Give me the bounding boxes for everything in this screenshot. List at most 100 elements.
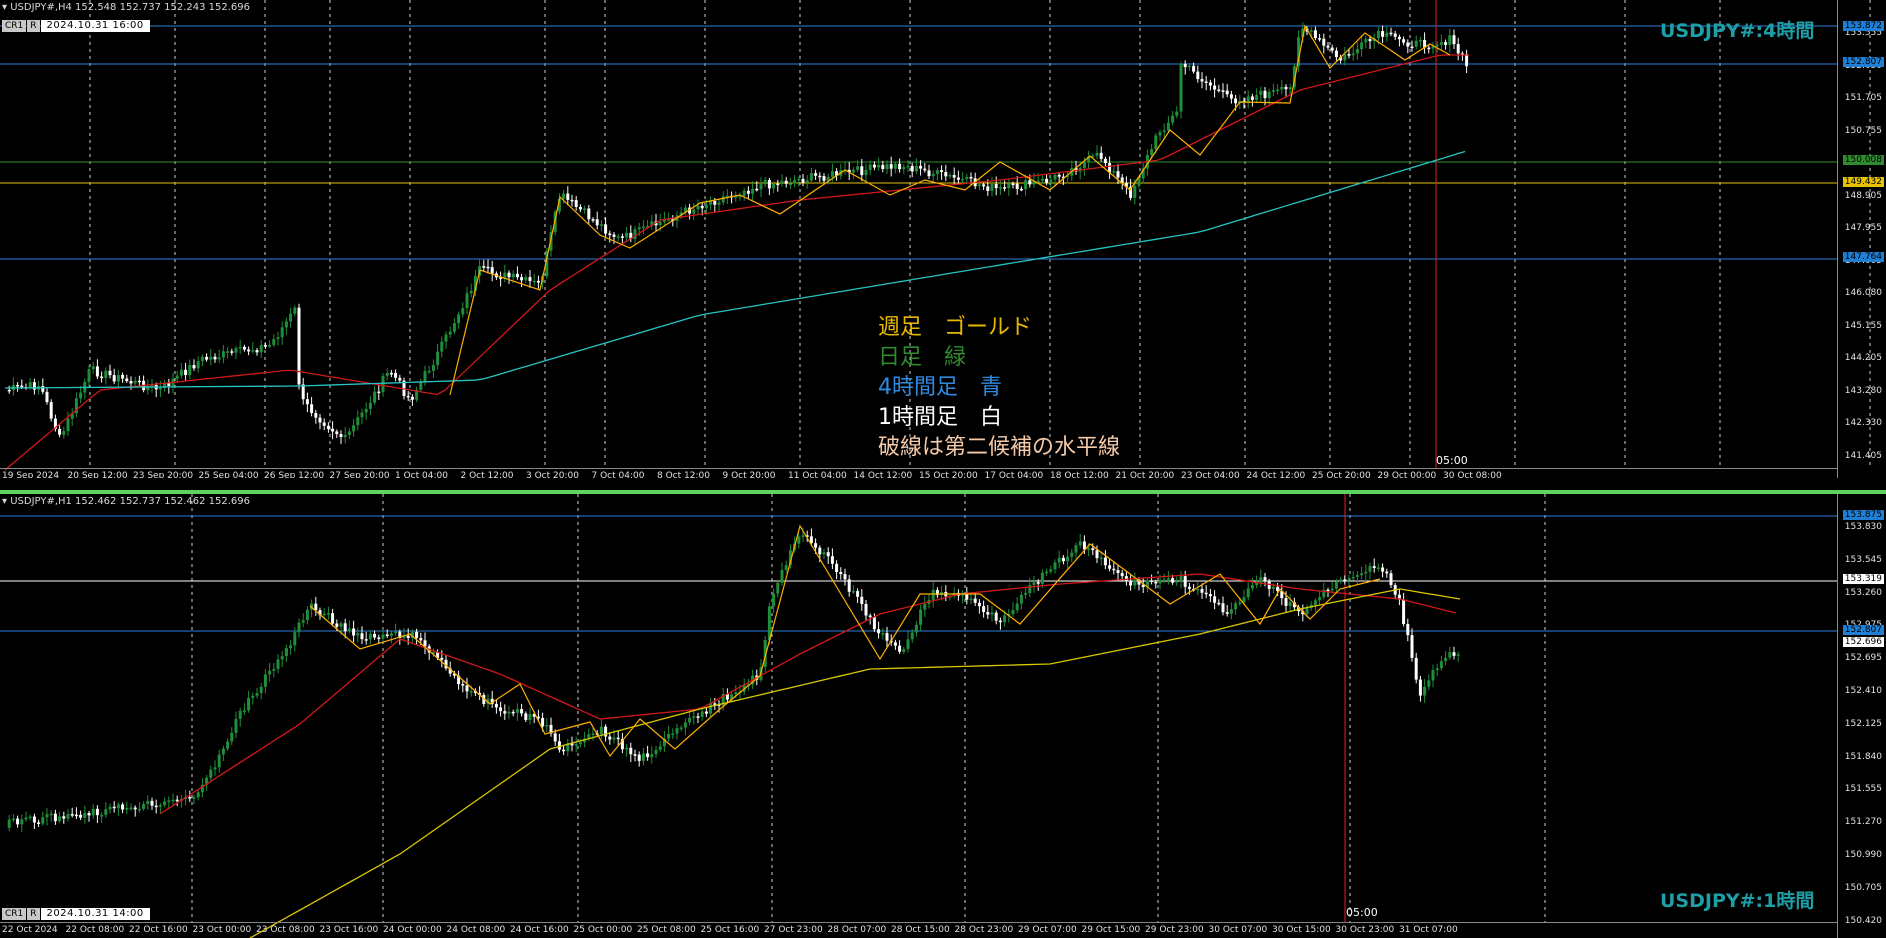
time-tick-label: 22 Oct 08:00 [65,925,125,935]
candle-body [91,808,95,816]
candle-body [305,609,309,621]
candle-body [1045,571,1049,574]
candle-body [381,375,385,392]
candle-body [1028,585,1032,594]
h4-time-axis[interactable]: 19 Sep 2024 20 Sep 12:00 23 Sep 20:00 25 Se… [0,468,1838,478]
candle-body [1057,174,1061,177]
candle-body [1158,132,1162,136]
candle-body [574,200,578,207]
candle-body [784,565,788,571]
candle-body [1364,38,1368,43]
candle-body [1150,149,1154,156]
candle-body [637,227,641,230]
candle-body [91,366,95,370]
candle-body [280,327,284,338]
price-tick-label: 150.705 [1844,882,1882,893]
candle-body [37,822,41,824]
candle-body [360,633,364,640]
candle-body [24,817,28,820]
collapse-triangle-icon[interactable]: ▾ [2,2,10,13]
price-tick-label: 151.705 [1844,93,1882,103]
pane-separator[interactable] [0,478,1886,494]
candle-body [776,582,780,594]
candle-body [158,805,162,807]
candle-body [457,314,461,324]
candle-body [1154,581,1158,584]
candle-body [709,703,713,714]
candle-body [658,746,662,750]
candle-body [835,563,839,573]
candle-body [982,184,986,187]
h1-time-axis[interactable]: 22 Oct 2024 22 Oct 08:00 22 Oct 16:00 23 Oc… [0,922,1838,938]
time-tick-label: 27 Oct 23:00 [764,925,823,935]
tab-cr1[interactable]: CR1 [2,908,27,920]
ma-red-line [4,54,1469,471]
candle-body [633,754,637,756]
candle-body [1334,50,1338,58]
candle-body [133,807,137,810]
candle-body [1166,578,1170,580]
candle-body [515,273,519,278]
price-tick-label: 152.695 [1844,653,1882,664]
candle-body [1091,548,1095,551]
candle-body [62,431,66,435]
candle-body [515,709,519,713]
candle-body [872,616,876,630]
tab-cr1[interactable]: CR1 [2,20,27,32]
h1-symbol-line: ▾ USDJPY#,H1 152.462 152.737 152.462 152… [2,496,251,507]
candle-body [226,741,230,749]
candle-body [1322,38,1326,46]
h4-chart-pane[interactable]: ▾ USDJPY#,H4 152.548 152.737 152.243 152… [0,0,1886,478]
candle-body [658,221,662,226]
candle-body [1225,90,1229,95]
candle-body [1444,42,1448,45]
tab-r[interactable]: R [27,908,40,920]
candle-body [1028,180,1032,185]
candle-body [851,591,855,593]
candle-body [557,741,561,750]
time-tick-label: 25 Sep 04:00 [198,471,259,478]
candle-body [121,375,125,379]
candle-body [1049,569,1053,572]
collapse-triangle-icon[interactable]: ▾ [2,496,10,507]
candle-body [79,814,83,818]
candle-body [1368,566,1372,572]
price-tick-label: 151.270 [1844,817,1882,828]
candle-body [16,818,20,825]
candle-body [398,377,402,381]
h1-chart-pane[interactable]: ▾ USDJPY#,H1 152.462 152.737 152.462 152… [0,494,1886,938]
candle-body [570,199,574,202]
candle-body [158,388,162,390]
candle-body [667,733,671,739]
candle-body [1074,545,1078,553]
price-tick-label: 150.420 [1844,915,1882,926]
time-tick-label: 9 Oct 20:00 [722,471,776,478]
tab-r[interactable]: R [27,20,40,32]
candle-body [1003,187,1007,189]
candle-body [356,417,360,426]
candle-body [641,226,645,229]
candle-body [1385,571,1389,574]
candle-body [608,233,612,236]
candle-body [1187,65,1191,68]
candle-body [969,176,973,179]
candle-body [58,816,62,822]
candle-body [679,727,683,730]
candle-body [423,371,427,382]
candle-body [1049,179,1053,184]
candle-body [906,165,910,168]
h1-chart-canvas[interactable] [0,494,1886,938]
candle-body [1305,607,1309,615]
price-level-tag: 152.807 [1842,57,1884,67]
price-level-tag: 153.319 [1842,574,1884,584]
candle-body [746,190,750,194]
h4-price-axis[interactable]: 153.555152.630151.705150.755149.855148.9… [1837,0,1886,478]
candle-body [331,428,335,432]
legend-daily: 日足 緑 [878,345,967,370]
candle-body [465,293,469,309]
h1-price-axis[interactable]: 153.830153.545153.260152.975152.695152.4… [1837,494,1886,938]
candle-body [234,348,238,353]
candle-body [927,170,931,177]
candle-body [335,623,339,627]
candle-body [32,816,36,823]
